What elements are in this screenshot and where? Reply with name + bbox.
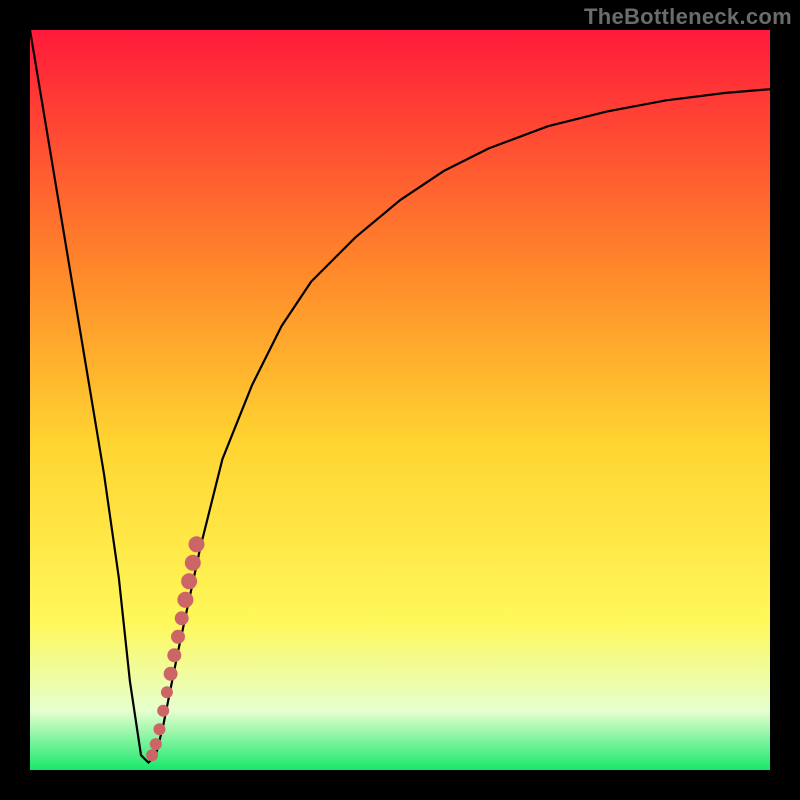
highlight-dot	[157, 705, 169, 717]
highlight-dot	[185, 555, 201, 571]
highlight-dot	[167, 648, 181, 662]
highlight-dot	[161, 686, 173, 698]
highlight-dot	[171, 630, 185, 644]
highlight-dot	[150, 738, 162, 750]
highlight-dot	[181, 573, 197, 589]
bottleneck-chart: TheBottleneck.com	[0, 0, 800, 800]
watermark-label: TheBottleneck.com	[584, 4, 792, 30]
plot-gradient	[30, 30, 770, 770]
highlight-dot	[175, 611, 189, 625]
chart-svg	[0, 0, 800, 800]
highlight-dot	[189, 536, 205, 552]
highlight-dot	[146, 749, 158, 761]
highlight-dot	[164, 667, 178, 681]
highlight-dot	[154, 723, 166, 735]
highlight-dot	[177, 592, 193, 608]
